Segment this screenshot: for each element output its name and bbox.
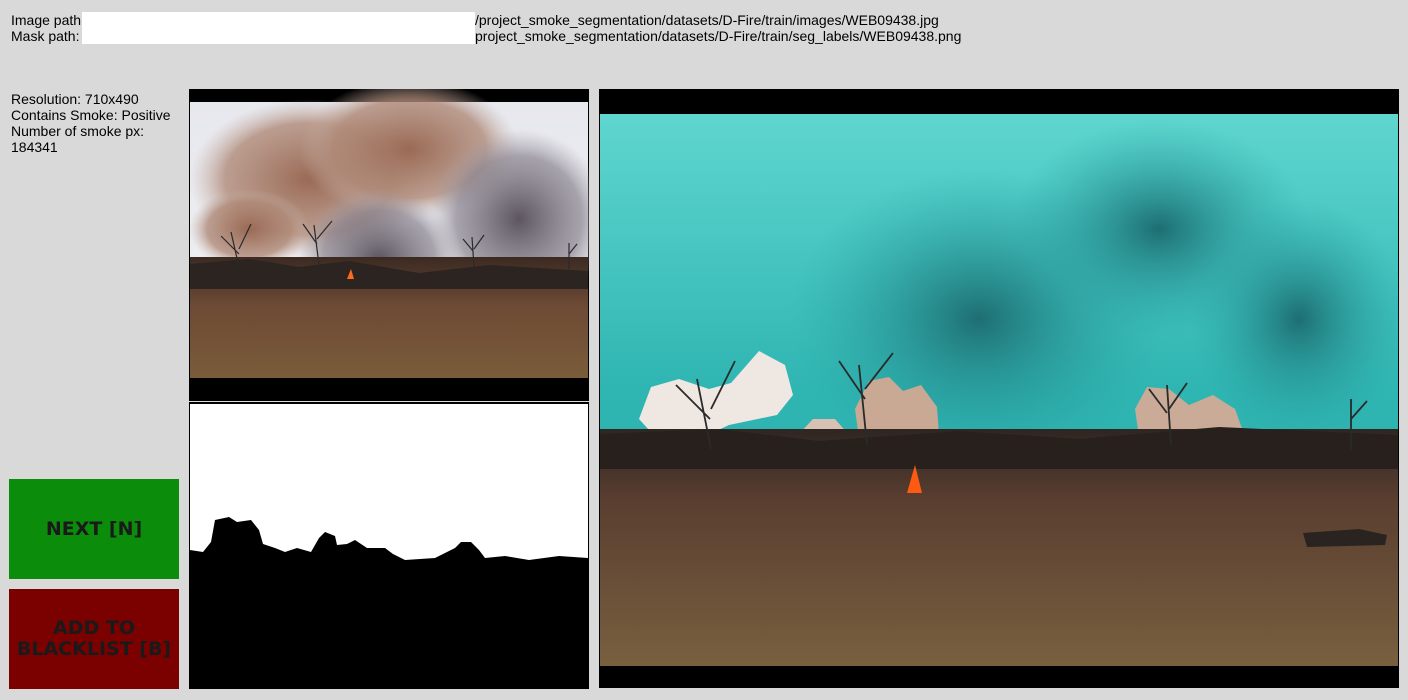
image-info: Resolution: 710x490 Contains Smoke: Posi… — [11, 91, 181, 155]
original-image-panel — [189, 89, 589, 401]
image-path-label: Image path — [11, 12, 82, 28]
contains-smoke-text: Contains Smoke: Positive — [11, 107, 171, 123]
resolution-text: Resolution: 710x490 — [11, 91, 139, 107]
redacted-path-box — [82, 12, 475, 28]
redacted-path-box — [82, 28, 475, 44]
next-button[interactable]: NEXT [N] — [9, 479, 179, 579]
original-image — [189, 89, 589, 378]
mask-image-panel — [189, 402, 589, 689]
smoke-overlay-image — [600, 114, 1399, 666]
smoke-px-label: Number of smoke px: — [11, 123, 145, 139]
overlay-image-panel — [599, 89, 1399, 688]
mask-path-label: Mask path: — [11, 28, 80, 44]
add-to-blacklist-button[interactable]: ADD TO BLACKLIST [B] — [9, 589, 179, 689]
image-path-value: /project_smoke_segmentation/datasets/D-F… — [475, 12, 939, 28]
mask-path-value: project_smoke_segmentation/datasets/D-Fi… — [475, 28, 962, 44]
segmentation-mask — [190, 404, 588, 679]
smoke-px-value: 184341 — [11, 139, 58, 155]
